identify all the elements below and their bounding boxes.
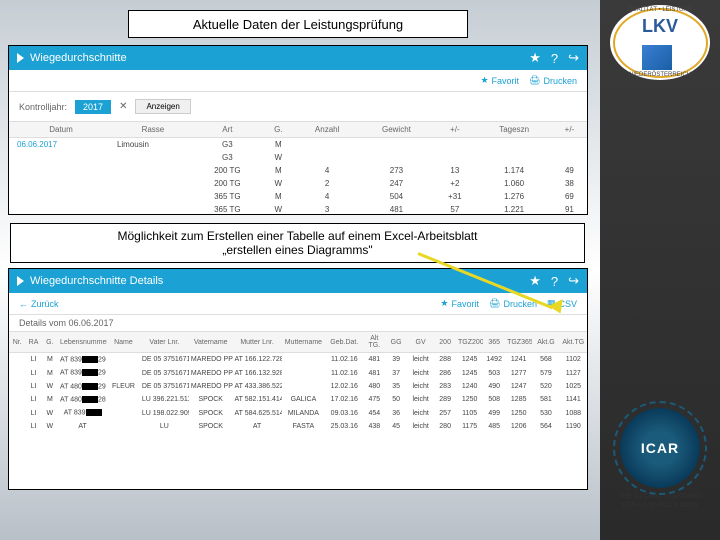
col-header: +/- — [433, 122, 476, 138]
col-header: Muttername — [282, 332, 326, 353]
icar-logo: ICAR THE GLOBAL STANDARD FOR LIVESTOCK D… — [610, 408, 710, 510]
show-button[interactable]: Anzeigen — [135, 99, 190, 114]
col-header: Alt TG. — [363, 332, 385, 353]
star-icon[interactable]: ★ — [529, 50, 541, 66]
table-row[interactable]: 200 TGW2247+21.06038 — [9, 177, 587, 190]
exit-icon[interactable]: ↪ — [568, 50, 579, 66]
col-header: Lebensnummer — [58, 332, 107, 353]
col-header: Gewicht — [360, 122, 434, 138]
col-header: +/- — [552, 122, 587, 138]
page-title: Aktuelle Daten der Leistungsprüfung — [128, 10, 468, 38]
slide: QUALITÄT • LEISTUNG LKV NIEDERÖSTERREICH… — [0, 0, 720, 540]
col-header: 200 — [434, 332, 456, 353]
table-row[interactable]: LIWAT 48029FLEURDE 05 37516712.MAREDO PP… — [9, 380, 587, 393]
lkv-logo: QUALITÄT • LEISTUNG LKV NIEDERÖSTERREICH — [610, 5, 710, 80]
detail-date: Details vom 06.06.2017 — [9, 315, 587, 332]
favorit-link[interactable]: ★Favorit — [480, 75, 519, 86]
averages-panel: Wiegedurchschnitte ★ ? ↪ ★Favorit 🖨Druck… — [8, 45, 588, 215]
col-header: Anzahl — [295, 122, 360, 138]
panel-title: Wiegedurchschnitte Details — [30, 275, 163, 287]
table-row[interactable]: LIWATLUSPOCKATFASTA25.03.1643845leicht28… — [9, 420, 587, 433]
year-select[interactable]: 2017 — [75, 100, 111, 114]
col-header: TGZ365 — [505, 332, 532, 353]
averages-table: DatumRasseArtG.AnzahlGewicht+/-Tageszn+/… — [9, 122, 587, 216]
panel-toolbar: ★Favorit 🖨Drucken — [9, 70, 587, 92]
col-header: GG — [385, 332, 407, 353]
col-header: 365 — [483, 332, 505, 353]
details-table: Nr.RAG.LebensnummerNameVater Lnr.Vaterna… — [9, 332, 587, 433]
col-header: Vatername — [189, 332, 233, 353]
exit-icon[interactable]: ↪ — [568, 273, 579, 289]
panel-title: Wiegedurchschnitte — [30, 52, 127, 64]
col-header: Rasse — [113, 122, 193, 138]
col-header: G. — [262, 122, 295, 138]
col-header: Nr. — [9, 332, 25, 353]
col-header: Datum — [9, 122, 113, 138]
col-header: Geb.Dat. — [325, 332, 363, 353]
col-header: RA — [25, 332, 41, 353]
col-header: TGZ200 — [456, 332, 483, 353]
help-icon[interactable]: ? — [551, 51, 558, 66]
col-header: Tageszn — [476, 122, 551, 138]
filter-label: Kontrolljahr: — [19, 102, 67, 112]
col-header: Art — [193, 122, 262, 138]
table-row[interactable]: LIMAT 83929DE 05 37516712.MAREDO PPAT 16… — [9, 353, 587, 367]
table-row[interactable]: LIWAT 839LU 198.022.909SPOCKAT 584.625.5… — [9, 406, 587, 419]
print-link[interactable]: 🖨Drucken — [529, 75, 577, 86]
col-header: Akt.TG — [560, 332, 587, 353]
table-row[interactable]: 200 TGM4273131.17449 — [9, 164, 587, 177]
back-link[interactable]: ←Zurück — [19, 299, 59, 309]
collapse-icon[interactable] — [17, 53, 24, 63]
table-row[interactable]: LIMAT 48028LU 396.221.511SPOCKAT 582.151… — [9, 393, 587, 406]
table-row[interactable]: 06.06.2017LimousinG3M — [9, 138, 587, 152]
table-row[interactable]: G3W — [9, 151, 587, 164]
col-header: Akt.G — [532, 332, 559, 353]
collapse-icon[interactable] — [17, 276, 24, 286]
table-row[interactable]: LIMAT 83929DE 05 37516712.MAREDO PPAT 16… — [9, 366, 587, 379]
arrow-annotation — [418, 252, 558, 312]
col-header: G. — [42, 332, 58, 353]
filter-row: Kontrolljahr: 2017 ✕ Anzeigen — [9, 92, 587, 122]
caption-line2: „erstellen eines Diagramms" — [222, 243, 372, 257]
table-row[interactable]: 365 TGM4504+311.27669 — [9, 190, 587, 203]
col-header: Mutter Lnr. — [233, 332, 282, 353]
panel-header: Wiegedurchschnitte ★ ? ↪ — [9, 46, 587, 70]
col-header: Vater Lnr. — [140, 332, 189, 353]
table-row[interactable]: 365 TGW3481571.22191 — [9, 203, 587, 216]
clear-filter-icon[interactable]: ✕ — [119, 101, 127, 112]
col-header: GV — [407, 332, 434, 353]
caption-line1: Möglichkeit zum Erstellen einer Tabelle … — [118, 229, 478, 243]
col-header: Name — [107, 332, 140, 353]
